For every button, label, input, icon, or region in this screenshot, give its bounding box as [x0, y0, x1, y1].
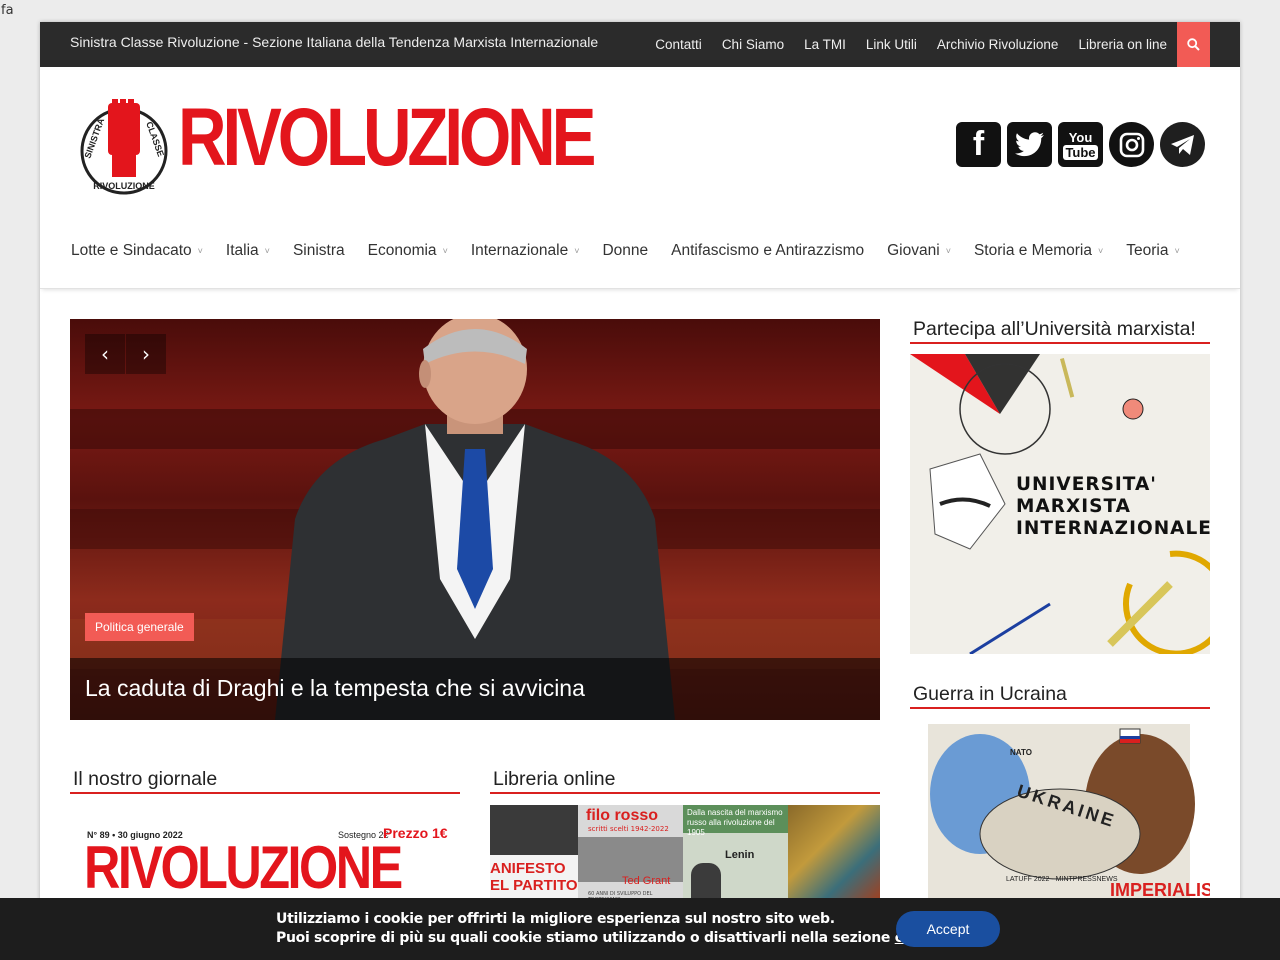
university-banner[interactable]: UNIVERSITA' MARXISTA INTERNAZIONALE [910, 354, 1210, 654]
cookie-line-2: Puoi scoprire di più su quali cookie sti… [276, 929, 957, 948]
page-container: Sinistra Classe Rivoluzione - Sezione It… [40, 22, 1240, 960]
logo-mark-word: RIVOLUZIONE [93, 181, 155, 191]
social-links: f You Tube [950, 122, 1205, 167]
nav-item-teoria[interactable]: Teoria ˅ [1126, 242, 1179, 260]
nav-item-label: Sinistra [292, 242, 345, 259]
top-bar: Sinistra Classe Rivoluzione - Sezione It… [40, 22, 1240, 67]
cookie-text: Utilizziamo i cookie per offrirti la mig… [276, 910, 957, 948]
nav-item-italia[interactable]: Italia ˅ [226, 242, 270, 260]
university-line: MARXISTA [1016, 496, 1131, 518]
nav-item-internazionale[interactable]: Internazionale ˅ [471, 242, 580, 260]
nav-item-lotte[interactable]: Lotte e Sindacato ˅ [71, 242, 203, 260]
logo-mark[interactable]: SINISTRA CLASSE RIVOLUZIONE [78, 99, 170, 195]
nav-item-label: Storia e Memoria [973, 242, 1092, 259]
chevron-down-icon: ˅ [574, 246, 580, 256]
slider-caption: La caduta di Draghi e la tempesta che si… [70, 658, 880, 720]
nav-item-label: Donne [602, 242, 649, 259]
nav-item-label: Lotte e Sindacato [71, 242, 192, 259]
chevron-down-icon: ˅ [197, 246, 203, 256]
book-title: filo rosso [586, 807, 659, 824]
nav-item-giovani[interactable]: Giovani ˅ [887, 242, 951, 260]
book-image [490, 805, 578, 855]
logo-text[interactable]: RIVOLUZIONE [178, 97, 596, 179]
site-tagline: Sinistra Classe Rivoluzione - Sezione It… [70, 34, 599, 50]
section-title-ukraine: Guerra in Ucraina [910, 683, 1210, 709]
ukraine-cartoon[interactable]: UKRAINE NATO LATUFF 2022 - MINTPRESSNEWS… [910, 724, 1210, 904]
section-title-books: Libreria online [490, 768, 880, 794]
main-nav: Lotte e Sindacato ˅ Italia ˅ Sinistra Econ… [40, 214, 1240, 289]
top-link-la-tmi[interactable]: La TMI [804, 37, 846, 52]
book-title: Dalla nascita del marxismo russo alla ri… [683, 805, 788, 837]
nav-item-label: Economia [367, 242, 437, 259]
section-title-university: Partecipa all’Università marxista! [910, 318, 1210, 344]
book-author: Lenin [725, 849, 755, 861]
twitter-icon[interactable] [1007, 122, 1052, 167]
nav-item-antifascismo[interactable]: Antifascismo e Antirazzismo [671, 242, 864, 260]
category-badge[interactable]: Politica generale [85, 613, 194, 641]
book-subtitle: scritti scelti 1942-2022 [588, 825, 669, 833]
book-author: Ted Grant [622, 875, 671, 887]
nav-item-label: Giovani [887, 242, 940, 259]
book-cover[interactable]: Dalla nascita del marxismo russo alla ri… [683, 805, 788, 900]
facebook-icon[interactable]: f [956, 122, 1001, 167]
university-line: UNIVERSITA' [1016, 474, 1157, 495]
cookie-line-2-text: Puoi scoprire di più su quali cookie sti… [276, 930, 895, 946]
nav-item-storia[interactable]: Storia e Memoria ˅ [974, 242, 1103, 260]
top-link-contatti[interactable]: Contatti [655, 37, 702, 52]
search-button[interactable] [1177, 22, 1210, 67]
nav-item-economia[interactable]: Economia ˅ [368, 242, 448, 260]
cookie-banner: Utilizziamo i cookie per offrirti la mig… [0, 898, 1280, 960]
book-gallery: ANIFESTO EL PARTITO filo rosso scritti s… [490, 805, 880, 900]
youtube-icon[interactable]: You Tube [1058, 122, 1103, 167]
search-icon [1187, 38, 1200, 51]
featured-slider[interactable]: ‹ › Politica generale La caduta di Dragh… [70, 319, 880, 720]
chevron-down-icon: ˅ [1097, 246, 1104, 256]
slider-controls: ‹ › [85, 334, 167, 374]
nav-item-label: Internazionale [470, 242, 569, 259]
nav-item-label: Italia [225, 242, 259, 259]
book-image [691, 863, 721, 900]
cartoon-nato: NATO [1010, 748, 1032, 757]
stray-text: fa [1, 3, 14, 18]
top-link-link-utili[interactable]: Link Utili [866, 37, 917, 52]
chevron-down-icon: ˅ [264, 246, 270, 256]
featured-title[interactable]: La caduta di Draghi e la tempesta che si… [85, 675, 585, 702]
accept-cookies-button[interactable]: Accept [896, 911, 1000, 947]
section-title-paper: Il nostro giornale [70, 768, 460, 794]
slider-next-button[interactable]: › [126, 334, 166, 374]
nav-item-sinistra[interactable]: Sinistra [293, 242, 345, 260]
book-cover[interactable] [788, 805, 880, 900]
university-line: INTERNAZIONALE [1016, 518, 1210, 540]
nav-item-donne[interactable]: Donne [602, 242, 648, 260]
top-nav: Contatti Chi Siamo La TMI Link Utili Arc… [635, 22, 1210, 67]
paper-name: RIVOLUZIONE [84, 834, 403, 901]
chevron-down-icon: ˅ [442, 246, 448, 256]
telegram-icon[interactable] [1160, 122, 1205, 167]
slider-prev-button[interactable]: ‹ [85, 334, 125, 374]
cookie-line-1: Utilizziamo i cookie per offrirti la mig… [276, 911, 835, 927]
nav-item-label: Teoria [1126, 242, 1169, 259]
top-link-chi-siamo[interactable]: Chi Siamo [722, 37, 784, 52]
book-cover[interactable]: ANIFESTO EL PARTITO [490, 805, 578, 900]
university-text: UNIVERSITA' MARXISTA INTERNAZIONALE [1016, 474, 1210, 541]
top-link-libreria[interactable]: Libreria on line [1078, 37, 1167, 52]
site-header: SINISTRA CLASSE RIVOLUZIONE RIVOLUZIONE … [40, 67, 1240, 214]
instagram-icon[interactable] [1109, 122, 1154, 167]
youtube-label: You [1068, 129, 1093, 145]
book-cover[interactable]: filo rosso scritti scelti 1942-2022 Ted … [578, 805, 683, 900]
nav-item-label: Antifascismo e Antirazzismo [671, 242, 865, 259]
paper-cover[interactable]: N° 89 • 30 giugno 2022 Sostegno 2€ Prezz… [70, 824, 460, 904]
top-link-archivio[interactable]: Archivio Rivoluzione [937, 37, 1059, 52]
chevron-down-icon: ˅ [945, 246, 951, 256]
chevron-down-icon: ˅ [1174, 246, 1180, 256]
youtube-label: Tube [1063, 144, 1098, 160]
cartoon-caption: LATUFF 2022 - MINTPRESSNEWS [1006, 876, 1118, 883]
book-title: ANIFESTO EL PARTITO [490, 860, 578, 894]
